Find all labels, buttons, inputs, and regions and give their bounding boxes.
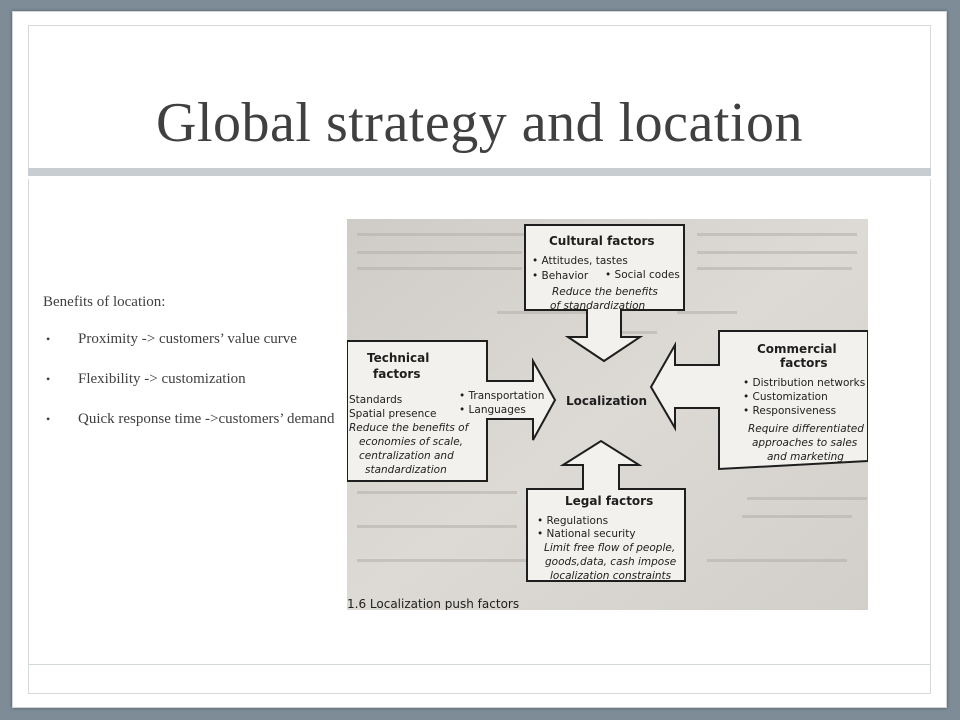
cultural-factors-title: Cultural factors bbox=[549, 234, 655, 248]
bullet-icon: • bbox=[46, 332, 51, 346]
bullet-icon: • bbox=[46, 412, 51, 426]
legal-item: • Regulations bbox=[537, 515, 608, 527]
technical-plain: Standards bbox=[349, 394, 402, 406]
figure-caption: 1.6 Localization push factors bbox=[347, 597, 519, 610]
slide-title: Global strategy and location bbox=[156, 92, 803, 154]
commercial-factors-title: factors bbox=[780, 356, 827, 370]
benefits-heading: Benefits of location: bbox=[43, 294, 166, 310]
list-item: • Flexibility -> customization bbox=[43, 371, 343, 387]
technical-note: economies of scale, bbox=[359, 436, 463, 448]
legal-note: Limit free flow of people, bbox=[544, 542, 675, 554]
commercial-note: and marketing bbox=[767, 451, 844, 463]
localization-diagram: Cultural factors • Attitudes, tastes • B… bbox=[347, 219, 868, 610]
technical-note: standardization bbox=[365, 464, 447, 476]
technical-factors-title: factors bbox=[373, 367, 420, 381]
technical-item: • Transportation bbox=[459, 390, 544, 402]
bullet-text: Proximity -> customers’ value curve bbox=[78, 331, 297, 347]
cultural-item: • Social codes bbox=[605, 269, 680, 281]
title-divider-highlight bbox=[28, 176, 931, 179]
cultural-item: • Behavior bbox=[532, 270, 589, 282]
localization-label: Localization bbox=[566, 394, 647, 408]
title-band: Global strategy and location bbox=[28, 25, 931, 180]
slide-content: Global strategy and location Benefits of… bbox=[12, 11, 947, 708]
body-text: Benefits of location: • Proximity -> cust… bbox=[43, 294, 343, 451]
commercial-item: • Customization bbox=[743, 391, 828, 403]
title-divider bbox=[28, 168, 931, 176]
benefits-list: • Proximity -> customers’ value curve • Fl… bbox=[43, 331, 343, 427]
commercial-note: approaches to sales bbox=[752, 437, 858, 449]
technical-item: • Languages bbox=[459, 404, 526, 416]
commercial-item: • Responsiveness bbox=[743, 405, 836, 417]
bullet-icon: • bbox=[46, 372, 51, 386]
legal-item: • National security bbox=[537, 528, 636, 540]
technical-factors-title: Technical bbox=[367, 351, 429, 365]
diagram-photo: Cultural factors • Attitudes, tastes • B… bbox=[347, 219, 868, 610]
legal-factors-title: Legal factors bbox=[565, 494, 653, 508]
footer-band bbox=[28, 664, 931, 694]
technical-note: Reduce the benefits of bbox=[349, 422, 471, 434]
legal-note: goods,data, cash impose bbox=[545, 556, 676, 568]
list-item: • Proximity -> customers’ value curve bbox=[43, 331, 343, 347]
cultural-item: • Attitudes, tastes bbox=[532, 255, 628, 267]
legal-note: localization constraints bbox=[550, 570, 672, 582]
commercial-item: • Distribution networks bbox=[743, 377, 865, 389]
list-item: • Quick response time ->customers’ demand bbox=[43, 411, 343, 427]
cultural-note: Reduce the benefits bbox=[552, 286, 658, 298]
commercial-note: Require differentiated bbox=[748, 423, 864, 435]
cultural-note: of standardization bbox=[550, 300, 645, 312]
bullet-text: Flexibility -> customization bbox=[78, 371, 246, 387]
commercial-factors-title: Commercial bbox=[757, 342, 837, 356]
technical-plain: Spatial presence bbox=[349, 408, 437, 420]
bullet-text: Quick response time ->customers’ demand bbox=[78, 411, 335, 427]
technical-note: centralization and bbox=[359, 450, 454, 462]
